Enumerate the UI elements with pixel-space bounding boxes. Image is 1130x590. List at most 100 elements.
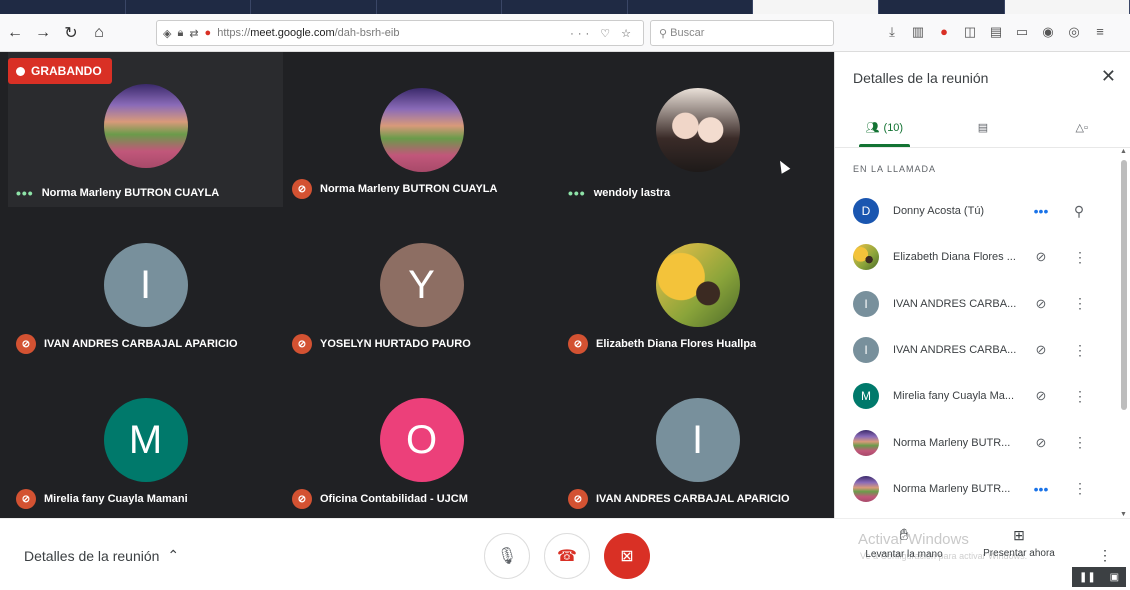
participant-row[interactable]: Norma Marleny BUTR... ••• ⋮ — [835, 466, 1117, 512]
hand-icon: ✋︎ — [899, 527, 909, 544]
audio-level-icon: ••• — [1033, 480, 1049, 497]
download-icon[interactable]: ⤓ — [884, 24, 900, 40]
mic-off-icon: ⊘ — [1035, 342, 1047, 358]
leave-call-button[interactable]: ☎ — [544, 533, 590, 579]
menu-icon[interactable]: ≡ — [1092, 24, 1108, 40]
participant-tile[interactable]: O ⊘ Oficina Contabilidad - UJCM — [284, 362, 559, 517]
tab-people[interactable]: 👥︎ (10) — [835, 108, 934, 147]
more-options-icon[interactable]: ⋮ — [1073, 249, 1087, 266]
more-options-icon[interactable]: ⋮ — [1098, 547, 1112, 564]
more-options-icon[interactable]: ⋮ — [1073, 434, 1087, 451]
home-icon[interactable]: ⌂ — [86, 20, 112, 46]
library-icon[interactable]: ▥ — [910, 24, 926, 40]
participant-tile[interactable]: I ⊘ IVAN ANDRES CARBAJAL APARICIO — [8, 207, 283, 362]
reader-icon[interactable]: ◫ — [962, 24, 978, 40]
mic-off-icon: ⊘ — [568, 334, 588, 354]
mic-off-icon: ⊘ — [292, 179, 312, 199]
video-grid: ••• Norma Marleny BUTRON CUAYLA ⊘ Norma Mar… — [0, 52, 834, 518]
participant-name: Donny Acosta (Tú) — [893, 205, 985, 218]
avatar — [853, 429, 879, 456]
close-icon[interactable]: ✕ — [1101, 66, 1116, 87]
participant-tile[interactable]: M ⊘ Mirelia fany Cuayla Mamani — [8, 362, 283, 517]
section-label: EN LA LLAMADA — [853, 164, 937, 174]
shapes-icon: △▫ — [1075, 122, 1088, 134]
participant-name-bar: ⊘ Oficina Contabilidad - UJCM — [292, 489, 468, 509]
participant-tile[interactable]: ⊘ Elizabeth Diana Flores Huallpa — [560, 207, 835, 362]
participant-row[interactable]: Elizabeth Diana Flores ... ⊘ ⋮ — [835, 234, 1117, 280]
participant-name-bar: ⊘ IVAN ANDRES CARBAJAL APARICIO — [16, 334, 238, 354]
participant-tile[interactable]: Y ⊘ YOSELYN HURTADO PAURO — [284, 207, 559, 362]
extension2-icon[interactable]: ◎ — [1066, 24, 1082, 40]
chevron-up-icon: ⌃ — [167, 547, 180, 563]
participant-name: IVAN ANDRES CARBA... — [893, 297, 1017, 310]
participant-tile[interactable]: ⊘ Norma Marleny BUTRON CUAYLA — [284, 52, 559, 207]
participant-name: Norma Marleny BUTR... — [893, 482, 1011, 495]
participant-tile[interactable]: I ⊘ IVAN ANDRES CARBAJAL APARICIO — [560, 362, 835, 517]
hangup-icon: ☎ — [557, 548, 577, 565]
avatar — [103, 84, 188, 168]
participant-tile[interactable]: ••• wendoly lastra — [560, 52, 835, 207]
sidebar-icon[interactable]: ▤ — [988, 24, 1004, 40]
back-icon[interactable]: ← — [2, 20, 28, 46]
more-options-icon[interactable]: ⋮ — [1073, 388, 1087, 405]
mic-off-icon: ⊘ — [292, 334, 312, 354]
recording-badge: GRABANDO — [8, 58, 112, 84]
avatar: D — [853, 198, 879, 225]
more-options-icon[interactable]: ⋮ — [1073, 295, 1087, 312]
chat-icon: ▤ — [977, 122, 989, 134]
avatar: Y — [379, 243, 464, 327]
forward-icon[interactable]: → — [30, 20, 56, 46]
permissions-icon[interactable]: ⇄ — [189, 27, 198, 40]
more-options-icon[interactable]: ⋮ — [1073, 480, 1087, 497]
mic-off-icon: ⊘ — [16, 489, 36, 509]
participant-name: IVAN ANDRES CARBA... — [893, 344, 1017, 357]
scroll-up-icon[interactable]: ▲ — [1120, 148, 1127, 155]
panel-title: Detalles de la reunión — [853, 70, 989, 86]
page-actions-icon[interactable]: ··· ♡ ☆ — [570, 27, 635, 40]
address-bar[interactable]: ◈ 🔒︎ ⇄ ● https://meet.google.com/dah-bsr… — [156, 20, 644, 46]
record-dot-icon — [16, 66, 25, 76]
participant-row[interactable]: Norma Marleny BUTR... ⊘ ⋮ — [835, 419, 1117, 465]
avatar — [655, 243, 740, 327]
search-icon: ⚲ — [659, 27, 671, 40]
participant-row[interactable]: M Mirelia fany Cuayla Ma... ⊘ ⋮ — [835, 373, 1117, 419]
more-options-icon[interactable]: ⋮ — [1073, 342, 1087, 359]
reload-icon[interactable]: ↻ — [58, 20, 84, 46]
participant-name-bar: ⊘ Mirelia fany Cuayla Mamani — [16, 489, 188, 509]
pin-icon[interactable]: ⚲ — [1073, 203, 1085, 220]
extension-red-icon[interactable]: ● — [936, 24, 952, 40]
pause-icon[interactable]: ❚❚ — [1079, 572, 1096, 583]
participant-name: Elizabeth Diana Flores Huallpa — [596, 338, 757, 350]
scroll-down-icon[interactable]: ▼ — [1120, 511, 1127, 518]
scrollbar[interactable]: ▲ ▼ — [1119, 148, 1129, 518]
mic-off-icon: ⊘ — [1035, 249, 1047, 265]
audio-level-icon: ••• — [16, 185, 34, 201]
participant-name: Mirelia fany Cuayla Mamani — [44, 493, 188, 505]
screen-icon[interactable]: ▭ — [1014, 24, 1030, 40]
url-text: https://meet.google.com/dah-bsrh-eib — [217, 27, 400, 39]
participant-name: wendoly lastra — [593, 187, 671, 199]
participant-list: D Donny Acosta (Tú) ••• ⚲ Elizabeth Diana Fl… — [835, 188, 1117, 512]
participant-row[interactable]: I IVAN ANDRES CARBA... ⊘ ⋮ — [835, 327, 1117, 373]
mic-active-icon[interactable]: ● — [205, 27, 212, 39]
participant-name: IVAN ANDRES CARBAJAL APARICIO — [44, 338, 238, 350]
present-now-button[interactable]: ⊞ Presentar ahora — [974, 527, 1064, 559]
participant-row[interactable]: D Donny Acosta (Tú) ••• ⚲ — [835, 188, 1117, 234]
camera-off-button[interactable]: ⊠ — [604, 533, 650, 579]
mic-button[interactable]: 🎙︎ — [484, 533, 530, 579]
avatar: O — [379, 398, 464, 482]
participant-row[interactable]: I IVAN ANDRES CARBA... ⊘ ⋮ — [835, 281, 1117, 327]
mic-off-icon: ⊘ — [1035, 388, 1047, 404]
tab-chat[interactable]: ▤ — [934, 108, 1033, 147]
tab-activities[interactable]: △▫ — [1032, 108, 1130, 147]
people-icon: 👥︎ — [865, 122, 880, 134]
raise-hand-button[interactable]: ✋︎ Levantar la mano — [854, 527, 954, 560]
mini-player-controls[interactable]: ❚❚ ▣ — [1072, 567, 1126, 587]
search-input[interactable]: ⚲ Buscar — [650, 20, 834, 46]
meeting-details-button[interactable]: Detalles de la reunión ⌃ — [24, 547, 179, 564]
avatar: I — [853, 337, 879, 364]
avatar — [655, 88, 740, 172]
shield-icon: ◈ — [163, 27, 172, 40]
pip-icon[interactable]: ▣ — [1110, 572, 1119, 583]
extension-icon[interactable]: ◉ — [1040, 24, 1056, 40]
